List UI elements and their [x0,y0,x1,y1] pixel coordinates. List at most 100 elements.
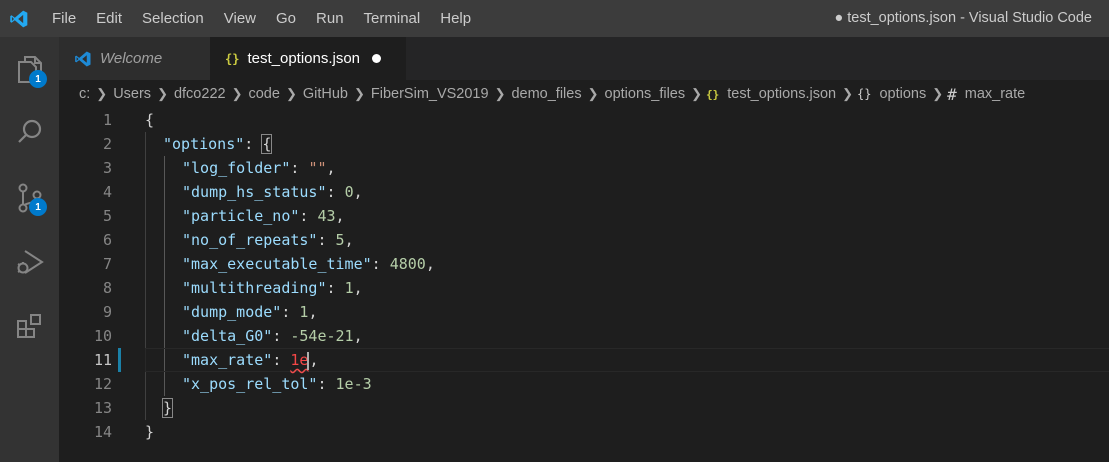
tab-label: test_options.json [247,50,361,67]
code-line[interactable]: 5 "particle_no": 43, [59,204,1109,228]
comma: , [353,327,363,345]
code-line[interactable]: 2 "options": { [59,132,1109,156]
json-key: "max_executable_time" [182,255,372,273]
json-key: "particle_no" [182,207,300,225]
json-number-value: 43 [317,207,336,225]
object-icon: {} [857,87,872,101]
code-line[interactable]: 12 "x_pos_rel_tol": 1e-3 [59,372,1109,396]
colon: : [326,279,345,297]
code-line[interactable]: 6 "no_of_repeats": 5, [59,228,1109,252]
chevron-right-icon: ❯ [285,86,297,101]
json-key: "log_folder" [182,159,291,177]
json-string-value: "" [308,159,327,177]
tab-bar: Welcome {} test_options.json [59,37,1109,80]
invalid-number-value: 1e [290,351,309,369]
colon: : [272,351,291,369]
code-line[interactable]: 13 } [59,396,1109,420]
json-key: "dump_mode" [182,303,282,321]
menu-help[interactable]: Help [430,0,481,37]
line-number: 14 [93,423,112,441]
chevron-right-icon: ❯ [96,86,108,101]
menu-edit[interactable]: Edit [86,0,132,37]
menu-file[interactable]: File [38,0,86,37]
breadcrumb-property[interactable]: max_rate [965,86,1025,102]
breadcrumb-item[interactable]: c: [79,86,90,102]
breadcrumb-item[interactable]: GitHub [303,86,348,102]
modified-line-gutter-mark[interactable] [118,348,121,372]
json-key: "delta_G0" [182,327,273,345]
number-property-icon: # [947,84,957,104]
colon: : [299,207,318,225]
breadcrumb-item[interactable]: dfco222 [174,86,226,102]
code-line[interactable]: 10 "delta_G0": -54e-21, [59,324,1109,348]
menu-go[interactable]: Go [266,0,306,37]
breadcrumb-object[interactable]: options [879,86,926,102]
json-key: "options" [163,135,245,153]
line-number: 1 [102,111,112,129]
tab-test-options-json[interactable]: {} test_options.json [210,37,406,80]
code-line[interactable]: 1 { [59,108,1109,132]
comma: , [309,351,319,369]
json-number-value: 0 [344,183,354,201]
menu-view[interactable]: View [214,0,266,37]
colon: : [317,231,336,249]
code-line[interactable]: 9 "dump_mode": 1, [59,300,1109,324]
comma: , [353,183,363,201]
explorer-badge: 1 [29,70,47,88]
source-control-button[interactable]: 1 [0,173,59,223]
code-line[interactable]: 14 } [59,420,1109,444]
code-line[interactable]: 7 "max_executable_time": 4800, [59,252,1109,276]
line-number: 5 [102,207,112,225]
colon: : [281,303,300,321]
breadcrumb-item[interactable]: code [248,86,279,102]
line-number: 10 [93,327,112,345]
tab-label: Welcome [100,50,163,67]
extensions-button[interactable] [0,302,59,352]
breadcrumb-file[interactable]: test_options.json [727,86,836,102]
json-key: "max_rate" [182,351,273,369]
search-button[interactable] [0,107,59,157]
json-key: "x_pos_rel_tol" [182,375,318,393]
explorer-button[interactable]: 1 [0,44,59,94]
json-number-value: 5 [335,231,345,249]
breadcrumb-item[interactable]: FiberSim_VS2019 [371,86,489,102]
run-debug-button[interactable] [0,237,59,287]
vscode-logo-icon [74,50,92,68]
breadcrumb-item[interactable]: options_files [605,86,686,102]
tab-welcome[interactable]: Welcome [59,37,210,80]
chevron-right-icon: ❯ [494,86,506,101]
code-line[interactable]: 3 "log_folder": "", [59,156,1109,180]
scm-badge: 1 [29,198,47,216]
menu-run[interactable]: Run [306,0,354,37]
colon: : [371,255,390,273]
unsaved-dot-icon[interactable] [372,54,382,63]
breadcrumb-item[interactable]: Users [113,86,151,102]
chevron-right-icon: ❯ [157,86,168,101]
colon: : [290,159,309,177]
search-icon [17,119,41,143]
menu-terminal[interactable]: Terminal [354,0,431,37]
json-number-value: 1 [344,279,354,297]
code-line[interactable]: 4 "dump_hs_status": 0, [59,180,1109,204]
code-line-current[interactable]: 11 "max_rate": 1e, [59,348,1109,372]
comma: , [308,303,318,321]
code-editor[interactable]: 1 { 2 "options": { 3 "log_folder": "", 4… [59,108,1109,462]
menu-selection[interactable]: Selection [132,0,214,37]
activity-bar: 1 1 [0,37,59,462]
line-number: 6 [102,231,112,249]
line-number: 11 [93,351,112,369]
open-brace: { [261,134,273,154]
colon: : [272,327,291,345]
comma: , [335,207,345,225]
breadcrumb-item[interactable]: demo_files [511,86,581,102]
close-brace: } [161,398,174,418]
json-key: "dump_hs_status" [182,183,327,201]
code-line[interactable]: 8 "multithreading": 1, [59,276,1109,300]
menu-bar: File Edit Selection View Go Run Terminal… [38,0,481,37]
line-number: 4 [102,183,112,201]
line-number: 2 [102,135,112,153]
line-number: 9 [102,303,112,321]
chevron-right-icon: ❯ [842,86,853,101]
json-number-value: 1e-3 [335,375,372,393]
window-title: ● test_options.json - Visual Studio Code [834,10,1092,26]
